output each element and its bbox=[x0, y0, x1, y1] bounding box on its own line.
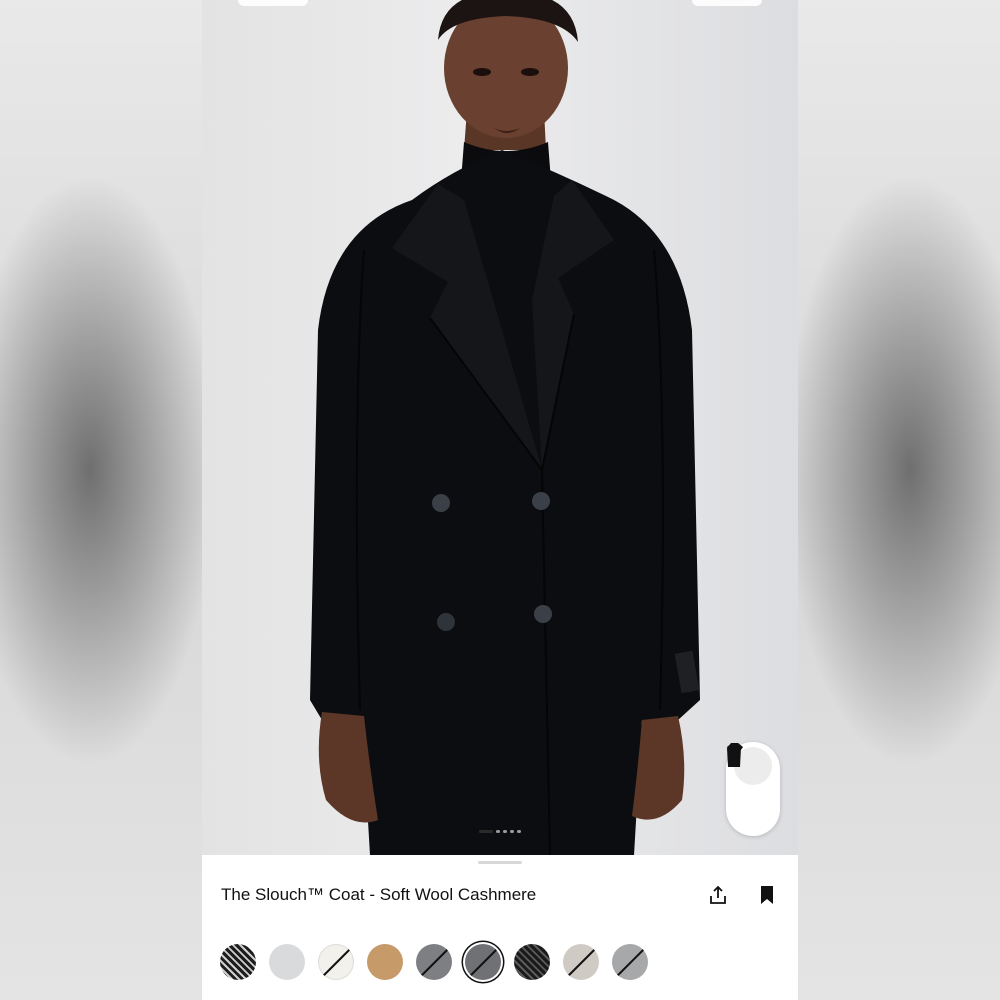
share-icon bbox=[710, 885, 726, 904]
cropped-view-button[interactable] bbox=[727, 743, 772, 832]
product-info-sheet: The Slouch™ Coat - Soft Wool Cashmere bbox=[202, 855, 798, 1000]
swatch-light-grey[interactable] bbox=[269, 944, 305, 980]
pagination-dot[interactable] bbox=[503, 830, 507, 833]
gallery-pagination bbox=[202, 830, 798, 833]
swatch-stone[interactable] bbox=[563, 944, 599, 980]
sheet-drag-handle[interactable] bbox=[478, 861, 522, 864]
view-toggle bbox=[726, 742, 780, 836]
swatch-ivory[interactable] bbox=[318, 944, 354, 980]
pagination-dot[interactable] bbox=[517, 830, 521, 833]
product-page: The Slouch™ Coat - Soft Wool Cashmere bbox=[202, 0, 798, 1000]
product-title: The Slouch™ Coat - Soft Wool Cashmere bbox=[221, 885, 537, 904]
swatch-grey[interactable] bbox=[416, 944, 452, 980]
cropped-jacket-icon bbox=[727, 743, 743, 757]
unavailable-slash bbox=[418, 945, 451, 979]
swatch-mid-grey[interactable] bbox=[612, 944, 648, 980]
top-bar-left-pill bbox=[238, 0, 308, 6]
unavailable-slash bbox=[320, 945, 353, 979]
unavailable-slash bbox=[565, 945, 598, 979]
share-button[interactable] bbox=[705, 882, 731, 908]
swatch-herringbone-dark[interactable] bbox=[514, 944, 550, 980]
bookmark-icon bbox=[761, 886, 773, 904]
unavailable-slash bbox=[467, 945, 500, 979]
pagination-dot[interactable] bbox=[479, 830, 493, 833]
color-swatches bbox=[220, 944, 648, 980]
swatch-dark-grey-selected[interactable] bbox=[465, 944, 501, 980]
pagination-dot[interactable] bbox=[510, 830, 514, 833]
swatch-camel[interactable] bbox=[367, 944, 403, 980]
product-image-gallery[interactable] bbox=[202, 0, 798, 855]
model-in-coat-image bbox=[310, 0, 700, 855]
pagination-dot[interactable] bbox=[496, 830, 500, 833]
unavailable-slash bbox=[614, 945, 647, 979]
save-button[interactable] bbox=[754, 882, 780, 908]
top-bar-right-pill bbox=[692, 0, 762, 6]
swatch-herringbone-black-white[interactable] bbox=[220, 944, 256, 980]
